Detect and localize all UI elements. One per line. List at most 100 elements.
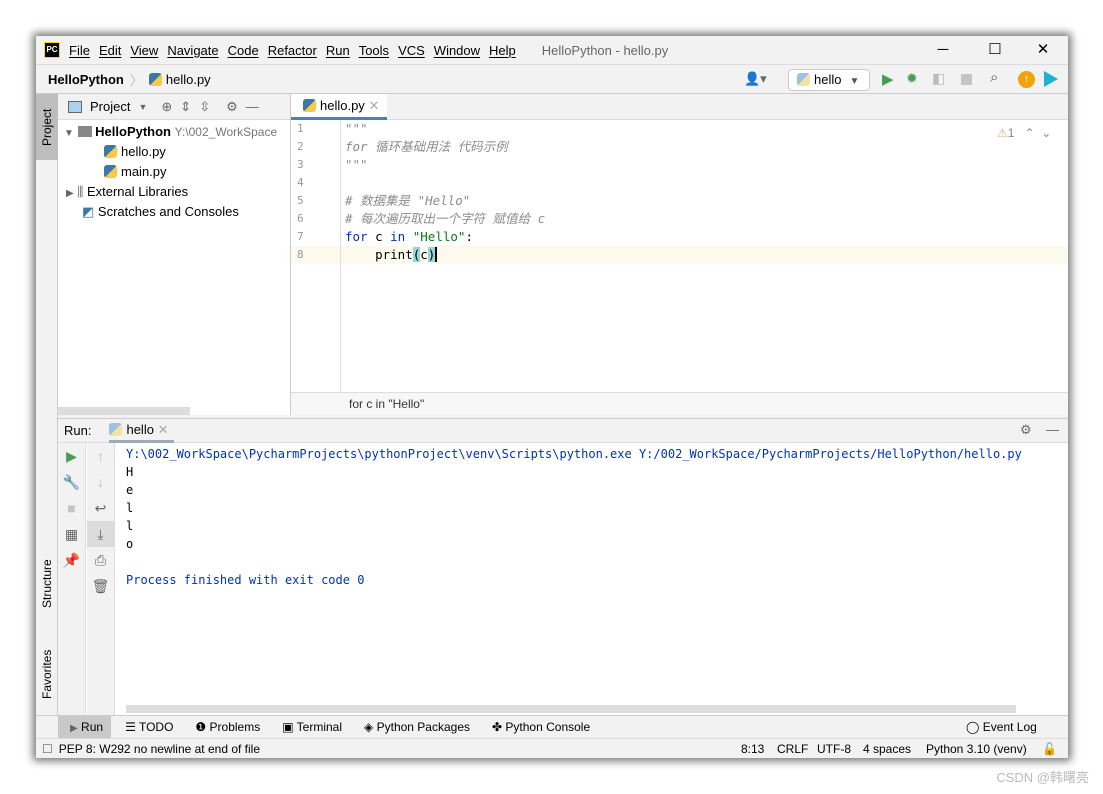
chevron-down-icon[interactable]: ▼ xyxy=(64,128,74,139)
coverage-icon[interactable]: ◧ xyxy=(932,70,945,87)
arrow-up-icon[interactable]: ↑ xyxy=(87,443,114,469)
title-bar: PC File Edit View Navigate Code Refactor… xyxy=(36,36,1068,64)
file-encoding[interactable]: UTF-8 xyxy=(817,742,851,756)
horizontal-scrollbar[interactable] xyxy=(58,407,190,415)
line-number: 1 xyxy=(297,122,304,135)
wrench-icon[interactable]: 🔧 xyxy=(58,469,85,495)
tree-file-main[interactable]: main.py xyxy=(58,162,290,182)
menu-run[interactable]: Run xyxy=(326,43,350,58)
hide-icon[interactable]: — xyxy=(246,99,259,114)
interpreter-selector[interactable]: Python 3.10 (venv) xyxy=(926,742,1027,756)
chevron-down-icon[interactable]: ⌄ xyxy=(1041,126,1051,140)
tree-file-hello[interactable]: hello.py xyxy=(58,142,290,162)
trash-icon[interactable]: 🗑 xyxy=(87,573,114,599)
tree-external-libraries[interactable]: ▶ ⫼ External Libraries xyxy=(58,182,290,202)
expand-all-icon[interactable]: ⇕ xyxy=(180,99,191,115)
scroll-to-end-icon[interactable]: ⤓ xyxy=(87,521,114,547)
menu-navigate[interactable]: Navigate xyxy=(167,43,218,58)
menu-view[interactable]: View xyxy=(130,43,158,58)
menu-help[interactable]: Help xyxy=(489,43,516,58)
locate-icon[interactable]: ⊕ xyxy=(161,99,172,115)
bottom-tab-problems[interactable]: ❶ Problems xyxy=(195,720,260,734)
code-area[interactable]: """ for 循环基础用法 代码示例 """ # 数据集是 "Hello" #… xyxy=(345,120,1068,264)
string-literal: "Hello" xyxy=(412,229,466,244)
console-output[interactable]: Y:\002_WorkSpace\PycharmProjects\pythonP… xyxy=(126,445,1022,589)
menu-window[interactable]: Window xyxy=(434,43,480,58)
keyword: in xyxy=(390,229,406,244)
python-file-icon xyxy=(303,99,316,112)
gear-icon[interactable]: ⚙ xyxy=(226,99,238,115)
run-toolbar-primary: ▶ 🔧 ■ ▦ 📌 xyxy=(58,443,86,716)
stop-icon[interactable] xyxy=(961,74,972,85)
debug-icon[interactable]: ✹ xyxy=(906,70,918,87)
run-label: Run: xyxy=(64,423,92,438)
function-call: print xyxy=(345,247,413,262)
breadcrumb-project[interactable]: HelloPython xyxy=(48,72,124,87)
event-log-button[interactable]: ◯ Event Log xyxy=(966,720,1037,734)
favorites-tool-tab[interactable]: Favorites xyxy=(36,634,58,714)
run-icon[interactable]: ▶ xyxy=(882,70,894,88)
bottom-tab-run[interactable]: ▶ Run xyxy=(58,716,112,738)
maximize-button[interactable]: ☐ xyxy=(972,36,1018,64)
line-number: 5 xyxy=(297,194,304,207)
tree-scratches[interactable]: ◩ Scratches and Consoles xyxy=(58,202,290,222)
chevron-down-icon[interactable]: ▼ xyxy=(138,102,147,112)
soft-wrap-icon[interactable]: ↩ xyxy=(87,495,114,521)
editor: hello.py ✕ 1 2 3 4 5 6 7 8 """ for 循环基础用… xyxy=(291,94,1068,415)
gear-icon[interactable]: ⚙ xyxy=(1020,422,1032,438)
lock-icon[interactable]: 🔓 xyxy=(1042,742,1057,756)
python-file-icon xyxy=(148,72,162,86)
breadcrumb-file[interactable]: hello.py xyxy=(166,72,211,87)
pin-icon[interactable]: 📌 xyxy=(58,547,85,573)
tree-root[interactable]: ▼ HelloPython Y:\002_WorkSpace xyxy=(58,122,290,142)
menu-file[interactable]: File xyxy=(69,43,90,58)
menu-code[interactable]: Code xyxy=(228,43,259,58)
update-icon[interactable]: ↑ xyxy=(1018,71,1035,88)
run-tab-hello[interactable]: hello ✕ xyxy=(109,419,175,443)
project-tool-tab[interactable]: Project xyxy=(36,94,58,160)
minimize-button[interactable]: ─ xyxy=(920,36,966,64)
line-number: 4 xyxy=(297,176,304,189)
horizontal-scrollbar[interactable] xyxy=(126,705,1016,713)
arrow-down-icon[interactable]: ↓ xyxy=(87,469,114,495)
user-icon[interactable]: 👤▾ xyxy=(744,71,767,87)
caret-position[interactable]: 8:13 xyxy=(741,742,764,756)
bottom-tab-python-packages[interactable]: ◈ Python Packages xyxy=(364,720,470,734)
stop-icon[interactable]: ■ xyxy=(58,495,85,521)
tab-label: hello.py xyxy=(320,98,365,113)
menu-edit[interactable]: Edit xyxy=(99,43,121,58)
print-icon[interactable]: ⎙ xyxy=(87,547,114,573)
file-name: main.py xyxy=(121,164,167,179)
window-title: HelloPython - hello.py xyxy=(541,42,669,58)
layout-icon[interactable]: ▦ xyxy=(58,521,85,547)
bottom-tab-todo[interactable]: ☰ TODO xyxy=(125,720,173,734)
project-view-select[interactable]: Project xyxy=(90,99,130,114)
run-config-select[interactable]: hello ▼ xyxy=(788,69,870,91)
menu-tools[interactable]: Tools xyxy=(359,43,389,58)
collapse-all-icon[interactable]: ⇳ xyxy=(199,99,210,115)
line-separator[interactable]: CRLF xyxy=(777,742,808,756)
python-console-icon: ✤ xyxy=(492,720,503,734)
toggle-tool-windows-icon[interactable]: ☐ xyxy=(42,742,53,756)
close-button[interactable]: ✕ xyxy=(1020,36,1066,64)
chevron-right-icon[interactable]: ▶ xyxy=(66,188,74,199)
bottom-tab-python-console[interactable]: ✤ Python Console xyxy=(492,720,590,734)
hide-icon[interactable]: — xyxy=(1046,422,1059,437)
chevron-up-icon[interactable]: ⌃ xyxy=(1024,126,1034,140)
console-line: Y:\002_WorkSpace\PycharmProjects\pythonP… xyxy=(126,447,1022,461)
search-icon[interactable]: ⌕ xyxy=(990,69,998,86)
menu-vcs[interactable]: VCS xyxy=(398,43,425,58)
close-tab-icon[interactable]: ✕ xyxy=(158,422,169,437)
bottom-tab-terminal[interactable]: ▣ Terminal xyxy=(282,720,342,734)
tab-hello-py[interactable]: hello.py ✕ xyxy=(291,94,387,120)
menu-refactor[interactable]: Refactor xyxy=(268,43,317,58)
python-icon xyxy=(109,422,123,436)
jetbrains-toolbox-icon[interactable] xyxy=(1044,71,1058,87)
rerun-icon[interactable]: ▶ xyxy=(58,443,85,469)
structure-tool-tab[interactable]: Structure xyxy=(36,544,58,624)
indent-setting[interactable]: 4 spaces xyxy=(863,742,911,756)
warning-count: 1 xyxy=(1007,126,1015,140)
close-tab-icon[interactable]: ✕ xyxy=(368,98,379,113)
inspection-widget[interactable]: ⚠1 ⌃ ⌄ xyxy=(997,126,1051,140)
editor-breadcrumb[interactable]: for c in "Hello" xyxy=(291,392,1068,415)
